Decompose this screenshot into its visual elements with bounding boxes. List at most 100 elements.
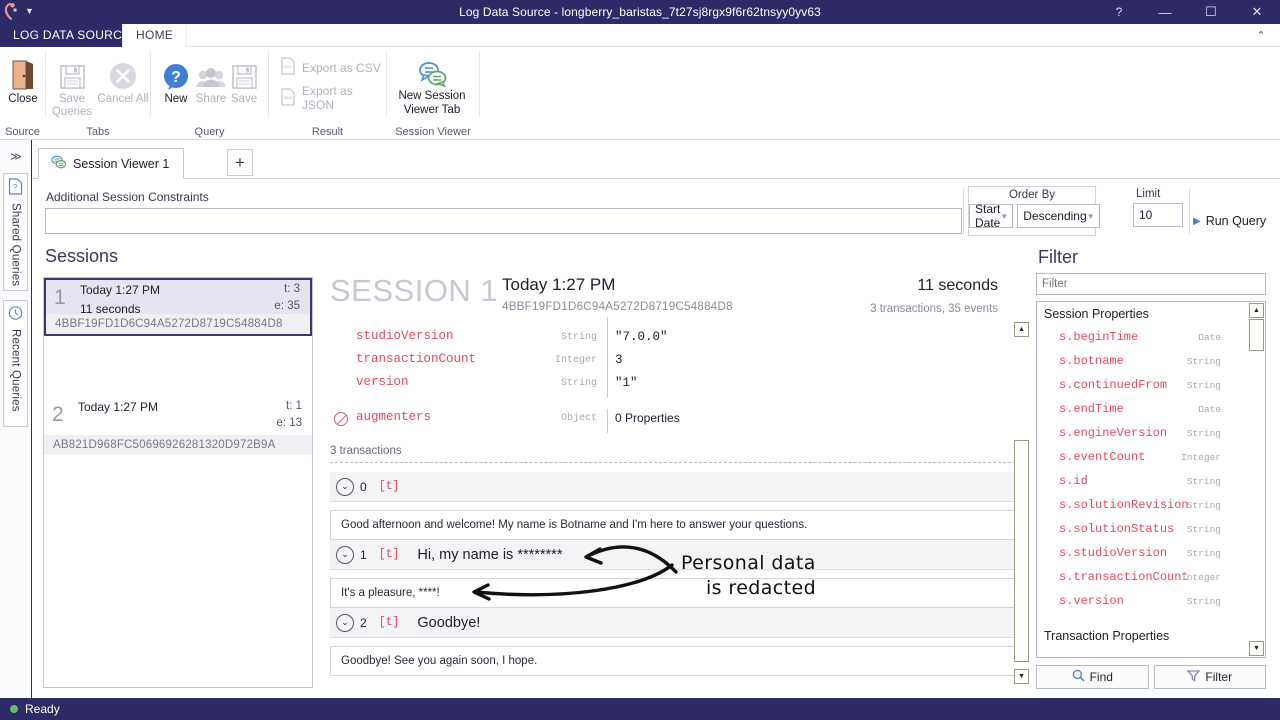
sidebar-item-shared-queries[interactable]: ? Shared Queries: [3, 173, 28, 291]
property-value: "latest": [615, 317, 675, 320]
column-divider: [607, 328, 608, 352]
sessions-list[interactable]: 1 Today 1:27 PM 11 seconds t: 3 e: 35 4B…: [43, 277, 313, 688]
session-detail-duration: 11 seconds: [917, 277, 998, 295]
scroll-down-button[interactable]: ▼: [1014, 669, 1029, 684]
chevron-down-icon[interactable]: ⌄: [336, 478, 354, 496]
filter-property-name: s.solutionRevision: [1059, 498, 1189, 512]
chevron-down-icon: ▼: [1000, 212, 1008, 221]
filter-list-scrollbar[interactable]: ▲ ▼: [1249, 303, 1264, 656]
save-query-button[interactable]: Save: [218, 51, 270, 106]
transaction-row: ⌄ 0 [t] Good afternoon and welcome! My n…: [330, 472, 1016, 540]
sidebar-item-recent-queries-label: Recent Queries: [10, 329, 22, 412]
new-session-viewer-tab-button[interactable]: New Session Viewer Tab: [389, 51, 475, 117]
close-window-button[interactable]: ✕: [1234, 0, 1280, 24]
tab-home[interactable]: HOME: [122, 24, 187, 47]
list-item[interactable]: s.continuedFrom String: [1037, 376, 1249, 400]
list-item[interactable]: s.solutionStatus String: [1037, 520, 1249, 544]
scroll-down-button[interactable]: ▼: [1249, 641, 1264, 656]
list-item[interactable]: s.studioVersion String: [1037, 544, 1249, 568]
filter-button-label: Filter: [1205, 670, 1232, 684]
filter-button[interactable]: Filter: [1154, 665, 1267, 689]
list-item[interactable]: s.version String: [1037, 592, 1249, 616]
session-id: AB821D968FC50696926281320D972B9A: [44, 435, 312, 455]
status-indicator-icon: [10, 705, 18, 713]
table-row[interactable]: augmenters Object 0 Properties: [322, 408, 1012, 436]
close-button[interactable]: Close: [0, 51, 49, 106]
transaction-header[interactable]: ⌄ 1 [t] Hi, my name is ********: [330, 540, 1016, 570]
scrollbar-thumb[interactable]: [1249, 319, 1264, 351]
sidebar-item-recent-queries[interactable]: Recent Queries: [3, 300, 28, 427]
list-item[interactable]: s.eventCount Integer: [1037, 448, 1249, 472]
table-row[interactable]: studioVersion String "7.0.0": [322, 329, 1012, 352]
transaction-header[interactable]: ⌄ 2 [t] Goodbye!: [330, 608, 1016, 638]
application-window: ▼ Log Data Source - longberry_baristas_7…: [0, 0, 1280, 720]
door-icon: [10, 51, 36, 91]
detail-scrollbar[interactable]: ▲ ▼: [1014, 322, 1029, 684]
limit-label: Limit: [1133, 186, 1185, 203]
table-row[interactable]: solutionStatus String "latest": [322, 317, 1012, 329]
svg-text:JSON: JSON: [283, 96, 293, 100]
additional-session-constraints-input[interactable]: [45, 208, 962, 234]
export-as-json-button[interactable]: JSON Export as JSON: [280, 84, 385, 112]
property-value: 0 Properties: [615, 411, 680, 425]
chevron-down-icon[interactable]: ⌄: [336, 614, 354, 632]
list-item[interactable]: s.solutionRevision String: [1037, 496, 1249, 520]
property-type: String: [512, 378, 597, 389]
limit-input[interactable]: [1133, 203, 1183, 227]
scroll-up-button[interactable]: ▲: [1014, 322, 1029, 337]
list-item[interactable]: s.beginTime Date: [1037, 328, 1249, 352]
ribbon-separator: [479, 51, 480, 117]
status-bar: Ready: [0, 698, 1280, 720]
add-tab-button[interactable]: +: [227, 149, 253, 176]
table-row[interactable]: version String "1": [322, 375, 1012, 398]
tab-session-viewer-1[interactable]: Session Viewer 1: [38, 148, 184, 179]
limit-group: Limit: [1133, 186, 1185, 236]
filter-input[interactable]: [1036, 273, 1266, 295]
transaction-index: 0: [360, 480, 367, 494]
transaction-header[interactable]: ⌄ 0 [t]: [330, 472, 1016, 502]
session-watermark: SESSION 1: [330, 273, 498, 309]
list-item[interactable]: s.id String: [1037, 472, 1249, 496]
property-type: Integer: [512, 355, 597, 366]
filter-property-name: s.endTime: [1059, 402, 1124, 416]
transaction-title: Hi, my name is ********: [417, 547, 562, 563]
list-item[interactable]: s.botname String: [1037, 352, 1249, 376]
list-item[interactable]: 2 Today 1:27 PM t: 1 e: 13 AB821D968FC50…: [44, 397, 312, 455]
run-query-button[interactable]: ▶ Run Query: [1193, 210, 1266, 232]
export-as-json-label: Export as JSON: [302, 84, 385, 112]
funnel-icon: [1187, 669, 1200, 685]
list-item[interactable]: 1 Today 1:27 PM 11 seconds t: 3 e: 35 4B…: [44, 278, 312, 336]
save-queries-button[interactable]: Save Queries: [46, 51, 98, 119]
list-item[interactable]: s.engineVersion String: [1037, 424, 1249, 448]
filter-properties-list[interactable]: Session Properties s.beginTime Date s.bo…: [1036, 301, 1266, 658]
cancel-all-button[interactable]: Cancel All: [97, 51, 149, 106]
filter-property-type: Integer: [1181, 452, 1221, 463]
scrollbar-thumb[interactable]: [1014, 440, 1029, 662]
list-item[interactable]: s.transactionCount Integer: [1037, 568, 1249, 592]
expand-panel-icon[interactable]: ≫: [8, 148, 24, 164]
session-detail-time: Today 1:27 PM: [502, 275, 615, 295]
session-detail-id: 4BBF19FD1D6C94A5272D8719C54884D8: [502, 301, 733, 313]
list-item[interactable]: s.endTime Date: [1037, 400, 1249, 424]
filter-property-type: String: [1187, 500, 1221, 511]
scroll-up-button[interactable]: ▲: [1249, 303, 1264, 318]
session-id: 4BBF19FD1D6C94A5272D8719C54884D8: [46, 314, 310, 334]
export-as-csv-label: Export as CSV: [302, 61, 381, 75]
chevron-down-icon[interactable]: ⌄: [336, 546, 354, 564]
export-as-csv-button[interactable]: CSV Export as CSV: [280, 57, 381, 78]
session-number: 2: [52, 403, 64, 427]
section-divider: [330, 462, 1016, 463]
order-by-field-select[interactable]: Start Date ▼: [969, 204, 1013, 228]
find-button[interactable]: Find: [1036, 665, 1149, 689]
maximize-button[interactable]: ☐: [1188, 0, 1234, 24]
collapse-ribbon-icon[interactable]: ⌃: [1250, 26, 1272, 45]
table-row[interactable]: transactionCount Integer 3: [322, 352, 1012, 375]
session-number: 1: [54, 286, 66, 310]
window-controls: ? — ☐ ✕: [1096, 0, 1280, 24]
save-query-button-label: Save: [231, 93, 257, 106]
help-button[interactable]: ?: [1096, 0, 1142, 24]
minimize-button[interactable]: —: [1142, 0, 1188, 24]
filter-property-name: s.solutionStatus: [1059, 522, 1174, 536]
sidebar-item-shared-queries-label: Shared Queries: [10, 203, 22, 286]
order-by-direction-select[interactable]: Descending ▼: [1017, 204, 1099, 228]
